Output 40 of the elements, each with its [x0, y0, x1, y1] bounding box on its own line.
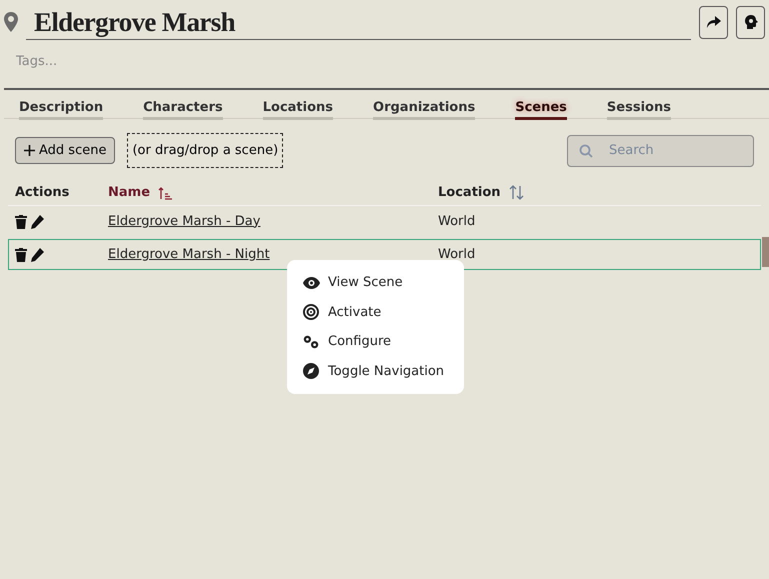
tab[interactable]: Description [19, 98, 104, 120]
search-field[interactable]: Search [567, 134, 754, 166]
share-icon [706, 16, 720, 28]
scene-link[interactable]: Eldergrove Marsh - Day [108, 214, 260, 229]
menu-item[interactable]: Toggle Navigation [302, 356, 449, 386]
plus-icon [24, 145, 35, 156]
column-header[interactable]: Actions [15, 182, 70, 202]
sort-icon[interactable] [508, 185, 525, 200]
head-gear-button[interactable] [736, 6, 765, 38]
pencil-icon[interactable] [30, 214, 44, 228]
gears-icon [302, 334, 320, 350]
pencil-icon[interactable] [30, 248, 44, 262]
target-icon [303, 304, 319, 320]
drop-zone-hint: (or drag/drop a scene) [127, 133, 284, 168]
menu-item[interactable]: View Scene [302, 268, 449, 298]
trash-icon[interactable] [15, 248, 27, 262]
trash-icon[interactable] [15, 214, 27, 228]
tab[interactable]: Sessions [606, 98, 671, 120]
column-header[interactable]: Location [438, 182, 501, 202]
table-row[interactable]: Eldergrove Marsh - Night World [8, 239, 761, 270]
compass-icon [303, 363, 319, 380]
search-icon [579, 144, 593, 158]
table-cell-text: World [438, 246, 476, 264]
share-button[interactable] [699, 6, 728, 38]
add-scene-button[interactable]: Add scene [15, 137, 116, 164]
tab[interactable]: Organizations [373, 98, 476, 120]
head-gear-icon [744, 15, 758, 29]
title-field[interactable]: Eldergrove Marsh [26, 4, 691, 40]
menu-item[interactable]: Activate [302, 298, 449, 327]
sort-ascending-icon[interactable] [158, 186, 172, 200]
tab[interactable]: Locations [262, 98, 334, 120]
tab[interactable]: Scenes [515, 98, 567, 120]
map-pin-icon [4, 12, 18, 32]
table-cell-text: World [438, 212, 476, 231]
tab[interactable]: Characters [143, 98, 223, 120]
column-header[interactable]: Name [108, 182, 150, 202]
table-row[interactable]: Eldergrove Marsh - Day World [8, 206, 761, 237]
scene-link[interactable]: Eldergrove Marsh - Night [108, 246, 270, 262]
eye-icon [302, 276, 320, 289]
menu-item[interactable]: Configure [302, 327, 449, 356]
